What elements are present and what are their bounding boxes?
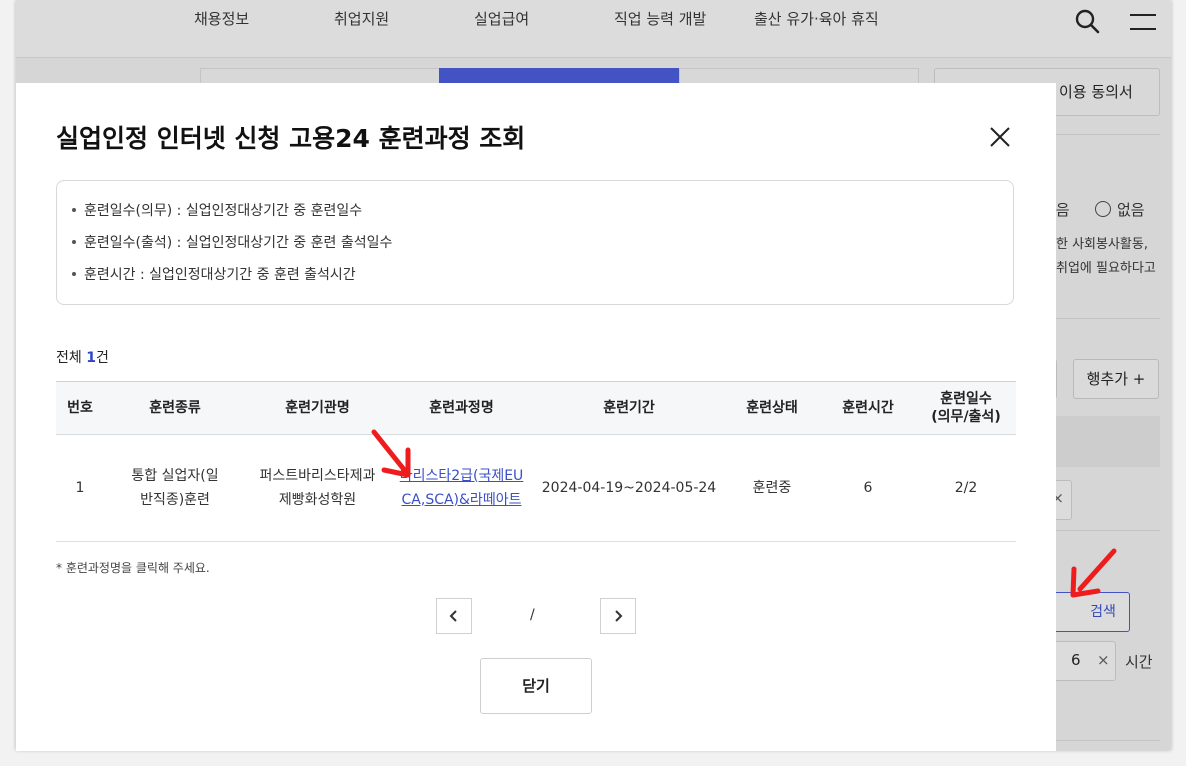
add-row-button[interactable]: 행추가 + xyxy=(1073,359,1159,399)
training-course-modal: 실업인정 인터넷 신청 고용24 훈련과정 조회 훈련일수(의무) : 실업인정… xyxy=(16,83,1056,751)
cell-institution-text: 퍼스트바리스타제과제빵화성학원 xyxy=(259,468,376,508)
next-page-button[interactable] xyxy=(600,598,636,634)
divider xyxy=(1056,530,1160,531)
cell-status: 훈련중 xyxy=(724,434,820,542)
total-count-number: 1 xyxy=(86,350,96,366)
info-box: 훈련일수(의무) : 실업인정대상기간 중 훈련일수 훈련일수(출석) : 실업… xyxy=(56,180,1014,305)
close-button[interactable]: 닫기 xyxy=(480,658,592,714)
cell-type-text: 통합 실업자(일반직종)훈련 xyxy=(131,468,219,508)
background-description: 취업에 필요하다고 xyxy=(1056,261,1156,276)
table-row: 1 통합 실업자(일반직종)훈련 퍼스트바리스타제과제빵화성학원 바리스타2급(… xyxy=(56,434,1016,542)
background-description: 한 사회봉사활동, xyxy=(1056,237,1148,252)
bullet-icon xyxy=(72,240,76,244)
bullet-icon xyxy=(72,208,76,212)
clear-icon[interactable]: × xyxy=(1097,651,1110,669)
divider xyxy=(1056,740,1160,741)
info-text: 훈련일수(의무) : 실업인정대상기간 중 훈련일수 xyxy=(84,203,363,219)
course-link[interactable]: 바리스타2급(국제EUCA,SCA)&라떼아트 xyxy=(400,464,524,512)
global-nav-bar: 채용정보 취업지원 실업급여 직업 능력 개발 출산 유가·육아 휴직 xyxy=(16,0,1171,58)
hamburger-menu-icon[interactable] xyxy=(1130,12,1156,32)
nav-item-employment-support[interactable]: 취업지원 xyxy=(334,8,389,29)
column-header: 훈련기간 xyxy=(534,381,724,435)
cell-no: 1 xyxy=(56,434,104,542)
modal-title: 실업인정 인터넷 신청 고용24 훈련과정 조회 xyxy=(56,124,526,153)
consent-label: 이용 동의서 xyxy=(1059,83,1133,101)
prev-page-button[interactable] xyxy=(436,598,472,634)
search-icon[interactable] xyxy=(1074,8,1100,34)
nav-item-unemployment-benefit[interactable]: 실업급여 xyxy=(474,8,529,29)
divider xyxy=(1056,134,1160,135)
close-icon[interactable] xyxy=(986,123,1014,151)
nav-item-job-training[interactable]: 직업 능력 개발 xyxy=(614,8,706,29)
total-suffix: 건 xyxy=(95,350,109,366)
chevron-left-icon xyxy=(449,610,457,622)
hours-value: 6 xyxy=(1071,651,1081,669)
column-header: 훈련일수 (의무/출석) xyxy=(916,381,1016,435)
info-item: 훈련일수(의무) : 실업인정대상기간 중 훈련일수 xyxy=(72,201,1013,233)
cell-type: 통합 실업자(일반직종)훈련 xyxy=(104,434,246,542)
column-header-line: 훈련일수 xyxy=(940,391,992,407)
cell-days: 2/2 xyxy=(916,434,1016,542)
info-text: 훈련시간 : 실업인정대상기간 중 훈련 출석시간 xyxy=(84,267,356,283)
annotation-arrow-icon xyxy=(371,429,411,478)
divider xyxy=(1056,318,1160,319)
total-prefix: 전체 xyxy=(56,350,87,366)
info-item: 훈련일수(출석) : 실업인정대상기간 중 훈련 출석일수 xyxy=(72,233,1013,265)
annotation-arrow-icon xyxy=(1070,548,1117,598)
chevron-right-icon xyxy=(615,610,623,622)
info-text: 훈련일수(출석) : 실업인정대상기간 중 훈련 출석일수 xyxy=(84,235,393,251)
background-table-header xyxy=(1056,416,1160,467)
cell-period: 2024-04-19~2024-05-24 xyxy=(534,434,724,542)
table-note: * 훈련과정명을 클릭해 주세요. xyxy=(56,561,210,575)
nav-item-parental-leave[interactable]: 출산 유가·육아 휴직 xyxy=(754,8,879,29)
column-header: 훈련시간 xyxy=(820,381,916,435)
radio-no-label: 없음 xyxy=(1117,201,1145,219)
hours-unit-label: 시간 xyxy=(1125,653,1153,671)
column-header: 훈련상태 xyxy=(724,381,820,435)
background-tab-active xyxy=(439,68,680,83)
radio-no-icon[interactable] xyxy=(1095,201,1111,217)
total-count: 전체 1건 xyxy=(56,347,109,367)
nav-item-jobs[interactable]: 채용정보 xyxy=(194,8,249,29)
column-header: 번호 xyxy=(56,381,104,435)
column-header: 훈련종류 xyxy=(104,381,246,435)
page-indicator: / xyxy=(530,607,535,623)
table-header-row: 번호 훈련종류 훈련기관명 훈련과정명 훈련기간 훈련상태 훈련시간 훈련일수(… xyxy=(56,381,1016,435)
info-item: 훈련시간 : 실업인정대상기간 중 훈련 출석시간 xyxy=(72,265,1013,297)
bullet-icon xyxy=(72,272,76,276)
training-course-table: 번호 훈련종류 훈련기관명 훈련과정명 훈련기간 훈련상태 훈련시간 훈련일수(… xyxy=(56,381,1016,542)
cell-hours: 6 xyxy=(820,434,916,542)
column-header-line: (의무/출석) xyxy=(931,409,1001,425)
